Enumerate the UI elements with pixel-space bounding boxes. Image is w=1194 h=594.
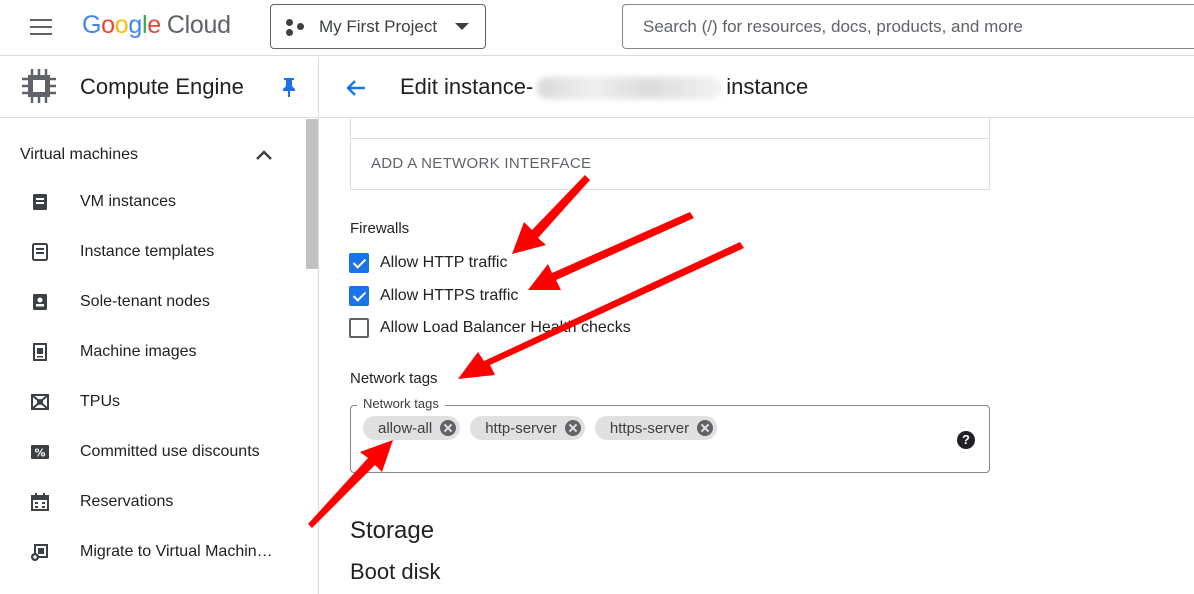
sidebar-item-tpus[interactable]: TPUs	[0, 377, 305, 427]
tpu-icon	[31, 394, 49, 410]
project-picker[interactable]: My First Project	[270, 4, 486, 49]
google-cloud-logo[interactable]: Google Cloud	[82, 11, 231, 40]
network-interfaces-box: ADD A NETWORK INTERFACE	[350, 118, 990, 190]
project-icon	[285, 16, 307, 38]
sidebar-item-sole-tenant-nodes[interactable]: Sole-tenant nodes	[0, 277, 305, 327]
storage-heading: Storage	[350, 517, 435, 544]
annotation-arrow	[528, 212, 694, 290]
close-icon[interactable]	[440, 420, 457, 436]
help-icon[interactable]: ?	[957, 431, 975, 449]
sidebar-item-committed-use-discounts[interactable]: % Committed use discounts	[0, 427, 305, 477]
sidebar-nav: VM instances Instance templates Sole-ten…	[0, 177, 305, 577]
vm-instances-icon	[33, 194, 47, 210]
sidebar-item-machine-images[interactable]: Machine images	[0, 327, 305, 377]
allow-https-checkbox[interactable]	[349, 286, 369, 306]
top-bar: Google Cloud My First Project	[0, 0, 1194, 56]
allow-lb-health-checks-checkbox[interactable]	[349, 318, 369, 338]
sidebar-item-migrate-to-virtual-machines[interactable]: Migrate to Virtual Machin…	[0, 527, 305, 577]
network-tags-field-label: Network tags	[357, 396, 445, 411]
machine-images-icon	[33, 343, 47, 361]
migrate-icon	[31, 544, 48, 561]
allow-https-checkbox-row[interactable]: Allow HTTPS traffic	[349, 286, 518, 306]
pin-icon[interactable]	[280, 77, 298, 97]
network-tags-label: Network tags	[350, 370, 438, 387]
main-menu-icon[interactable]	[30, 16, 54, 36]
compute-engine-icon	[22, 69, 56, 103]
allow-http-checkbox-row[interactable]: Allow HTTP traffic	[349, 253, 507, 273]
page-header: Edit instance-instance	[320, 57, 1194, 118]
svg-text:%: %	[34, 447, 45, 460]
sidebar-item-instance-templates[interactable]: Instance templates	[0, 227, 305, 277]
redacted-instance-name	[537, 77, 723, 100]
tag-chip-http-server[interactable]: http-server	[470, 416, 585, 440]
sole-tenant-nodes-icon	[33, 294, 47, 310]
network-tags-input[interactable]: Network tags allow-all http-server https…	[350, 396, 990, 473]
add-network-interface-button[interactable]: ADD A NETWORK INTERFACE	[371, 155, 591, 172]
calendar-icon	[31, 493, 49, 511]
product-title: Compute Engine	[80, 74, 244, 99]
project-name: My First Project	[319, 16, 438, 36]
divider	[351, 138, 989, 139]
tag-chip-https-server[interactable]: https-server	[594, 416, 718, 440]
network-tags-chips: allow-all http-server https-server	[363, 416, 727, 440]
sidebar-header: Compute Engine	[0, 57, 318, 118]
page-title: Edit instance-instance	[400, 74, 809, 100]
sidebar-section-virtual-machines[interactable]: Virtual machines	[20, 146, 138, 164]
search-input[interactable]	[622, 4, 1194, 49]
discount-icon: %	[31, 445, 49, 460]
close-icon[interactable]	[564, 420, 581, 436]
allow-http-checkbox[interactable]	[349, 253, 369, 273]
sidebar-item-vm-instances[interactable]: VM instances	[0, 177, 305, 227]
firewalls-label: Firewalls	[350, 220, 410, 237]
sidebar: Compute Engine Virtual machines VM insta…	[0, 57, 319, 594]
back-arrow-icon[interactable]	[344, 76, 368, 100]
sidebar-item-reservations[interactable]: Reservations	[0, 477, 305, 527]
chevron-up-icon[interactable]	[255, 149, 273, 161]
chevron-down-icon	[455, 23, 470, 30]
allow-lb-health-checks-checkbox-row[interactable]: Allow Load Balancer Health checks	[349, 318, 631, 338]
close-icon[interactable]	[697, 420, 714, 436]
tag-chip-allow-all[interactable]: allow-all	[363, 416, 461, 440]
boot-disk-heading: Boot disk	[350, 559, 441, 584]
instance-templates-icon	[32, 243, 48, 261]
sidebar-scrollbar[interactable]	[306, 119, 318, 269]
